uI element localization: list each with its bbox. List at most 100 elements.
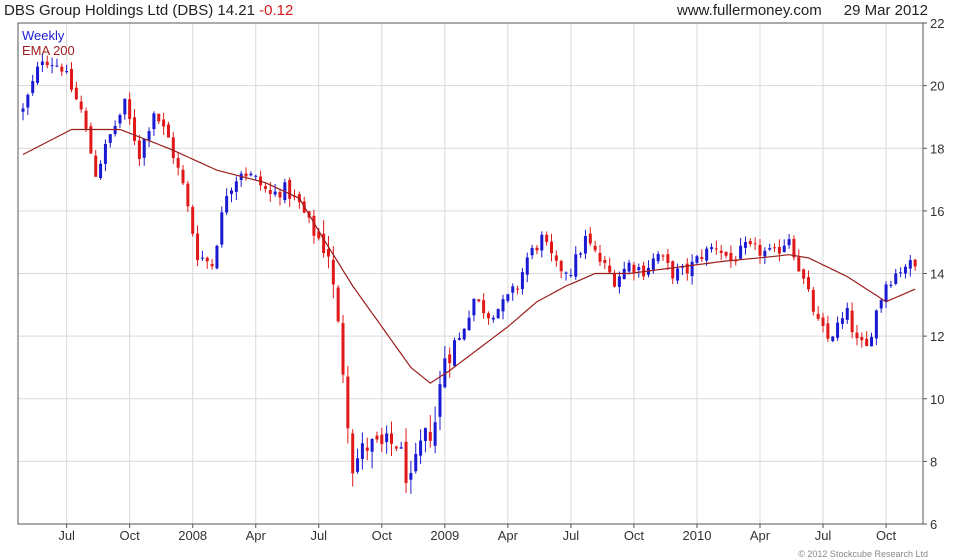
candle-down (811, 289, 815, 312)
candle-down (365, 447, 369, 451)
candle-up (511, 286, 515, 293)
candle-up (710, 247, 714, 250)
candle-down (666, 254, 670, 263)
candle-up (234, 181, 238, 192)
candle-up (768, 248, 772, 250)
candle-up (520, 272, 524, 290)
candle-down (913, 259, 917, 267)
candle-up (152, 113, 156, 130)
y-tick-label: 12 (930, 329, 944, 344)
candle-down (428, 431, 432, 441)
candle-down (860, 336, 864, 341)
candle-down (336, 287, 340, 322)
candle-down (263, 186, 267, 189)
candle-down (79, 101, 83, 110)
candle-up (787, 239, 791, 246)
candle-down (351, 433, 355, 474)
candle-up (690, 261, 694, 277)
candle-down (69, 69, 73, 90)
candle-up (409, 472, 413, 480)
candle-down (797, 257, 801, 272)
candle-up (55, 65, 59, 67)
candle-up (695, 256, 699, 263)
y-tick-label: 14 (930, 267, 944, 282)
candle-up (705, 248, 709, 261)
candle-up (894, 273, 898, 284)
candle-up (525, 257, 529, 275)
candle-up (472, 298, 476, 316)
y-tick-label: 22 (930, 16, 944, 31)
candle-up (676, 268, 680, 281)
candle-down (375, 435, 379, 440)
candle-up (457, 337, 461, 340)
candle-up (782, 245, 786, 252)
candle-down (477, 299, 481, 302)
candle-up (50, 65, 54, 67)
candle-down (802, 269, 806, 279)
candle-up (229, 190, 233, 194)
candle-up (637, 267, 641, 271)
x-tick-label: Apr (246, 528, 267, 543)
x-tick-label: Jul (310, 528, 327, 543)
candle-up (225, 196, 229, 213)
candle-down (826, 323, 830, 339)
candle-up (879, 300, 883, 309)
candle-up (254, 175, 258, 177)
candle-up (385, 433, 389, 443)
candle-up (467, 317, 471, 331)
candle-up (564, 272, 568, 274)
candle-up (31, 81, 35, 93)
candle-up (579, 253, 583, 255)
candle-up (423, 428, 427, 441)
candle-up (540, 234, 544, 251)
candle-down (278, 192, 282, 198)
candle-up (462, 328, 466, 340)
candle-down (613, 273, 617, 287)
candle-down (724, 251, 728, 256)
x-tick-label: Jul (58, 528, 75, 543)
candle-down (821, 317, 825, 326)
candle-up (763, 250, 767, 257)
candle-down (389, 433, 393, 444)
candle-up (118, 115, 122, 124)
candle-up (123, 98, 127, 115)
candle-down (89, 126, 93, 154)
candle-up (617, 276, 621, 287)
candle-up (370, 438, 374, 452)
candle-down (777, 246, 781, 254)
candle-down (729, 252, 733, 262)
candle-down (608, 265, 612, 273)
candle-up (414, 454, 418, 472)
candle-down (758, 244, 762, 256)
candle-down (128, 99, 132, 120)
candle-down (137, 140, 141, 159)
legend-ema-200: EMA 200 (22, 43, 75, 58)
x-tick-label: Oct (372, 528, 393, 543)
candle-up (836, 322, 840, 338)
candle-up (530, 247, 534, 256)
candle-up (360, 443, 364, 459)
candle-up (739, 245, 743, 259)
candle-down (855, 332, 859, 339)
candle-down (632, 264, 636, 273)
candle-up (874, 310, 878, 339)
candle-down (714, 248, 718, 250)
candle-down (588, 233, 592, 244)
candle-up (433, 422, 437, 446)
candle-down (288, 180, 292, 199)
candle-down (598, 252, 602, 262)
candle-down (535, 247, 539, 251)
candle-up (845, 307, 849, 320)
candle-down (865, 338, 869, 347)
legend-weekly: Weekly (22, 28, 65, 43)
candle-down (671, 261, 675, 279)
candle-up (249, 173, 253, 176)
candle-up (651, 258, 655, 270)
x-tick-label: Oct (624, 528, 645, 543)
candle-up (870, 336, 874, 347)
x-tick-label: Oct (876, 528, 897, 543)
candle-up (899, 272, 903, 274)
candle-down (166, 124, 170, 138)
copyright-footer: © 2012 Stockcube Research Ltd (798, 549, 928, 559)
candle-down (554, 255, 558, 261)
